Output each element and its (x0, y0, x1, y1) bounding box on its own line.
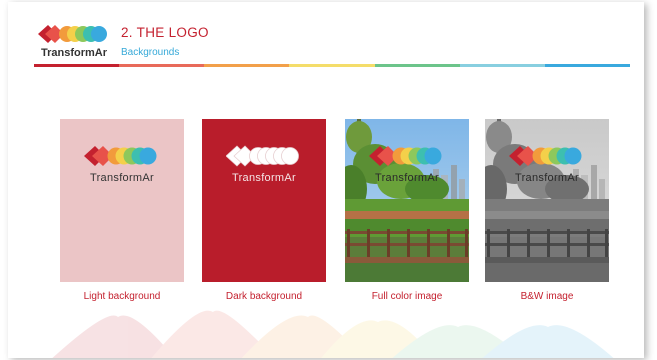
slide: TransformAr 2. THE LOGO Backgrounds Tran… (8, 2, 644, 358)
transformar-logo-icon (84, 146, 157, 166)
decorative-shapes (52, 310, 614, 358)
transformar-logo-icon (369, 146, 442, 166)
card-label-light: Light background (83, 291, 161, 302)
card-logo-text: TransformAr (514, 172, 579, 184)
section-title: 2. THE LOGO (121, 25, 209, 40)
card-full-color-image: TransformAr (345, 119, 469, 282)
card-logo-text: TransformAr (231, 172, 296, 184)
transformar-logo-white-icon (226, 145, 299, 167)
card-light-background: TransformAr (60, 119, 184, 282)
card-logo-text: TransformAr (374, 172, 439, 184)
transformar-logo-icon (38, 25, 107, 43)
card-label-dark: Dark background (225, 291, 303, 302)
card-label-bw: B&W image (520, 291, 574, 302)
park-photo-color (345, 119, 469, 282)
card-logo-text: TransformAr (89, 172, 154, 184)
card-bw-image: TransformAr (485, 119, 609, 282)
transformar-logo-icon (509, 146, 582, 166)
park-photo-bw (485, 119, 609, 282)
section-subtitle: Backgrounds (121, 47, 180, 58)
brand-name: TransformAr (41, 47, 108, 59)
rainbow-divider (34, 64, 630, 67)
card-dark-background: TransformAr (202, 119, 326, 282)
card-label-full-color: Full color image (371, 291, 443, 302)
